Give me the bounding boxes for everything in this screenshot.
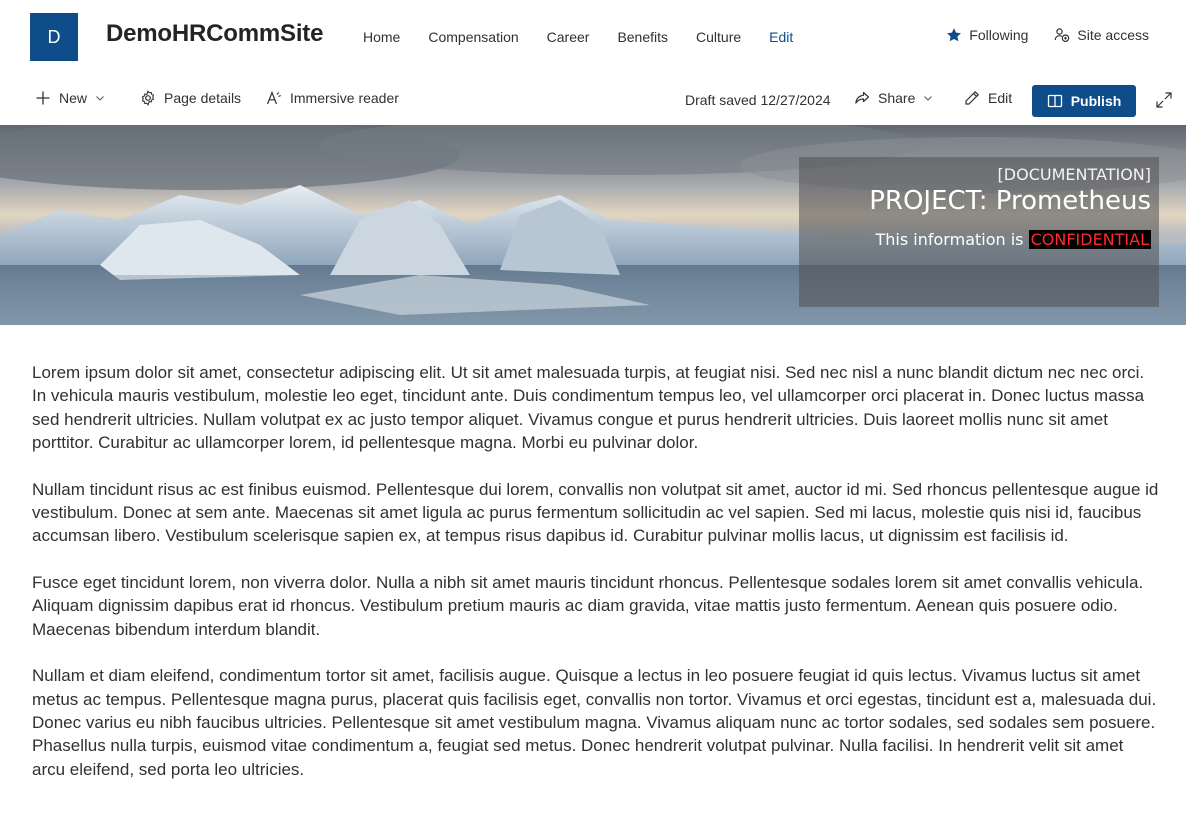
hero-banner: [DOCUMENTATION] PROJECT: Prometheus This… xyxy=(0,125,1186,325)
site-logo[interactable]: D xyxy=(30,13,78,61)
body-paragraph: Fusce eget tincidunt lorem, non viverra … xyxy=(32,573,1144,639)
immersive-reader-icon xyxy=(266,90,281,105)
new-label: New xyxy=(59,90,88,106)
page-details-label: Page details xyxy=(164,90,242,106)
body-paragraph: Nullam tincidunt risus ac est finibus eu… xyxy=(32,479,1159,546)
following-label: Following xyxy=(969,27,1029,43)
expand-icon xyxy=(1156,92,1172,108)
pencil-icon xyxy=(965,91,979,105)
immersive-reader-label: Immersive reader xyxy=(290,90,399,106)
command-bar: New Page details Immersive reader Draft … xyxy=(0,80,1186,120)
edit-button[interactable]: Edit xyxy=(964,90,1012,106)
plus-icon xyxy=(36,91,50,105)
site-access-label: Site access xyxy=(1077,27,1149,43)
site-access-icon xyxy=(1055,28,1070,43)
publish-button[interactable]: Publish xyxy=(1032,85,1136,117)
immersive-reader-button[interactable]: Immersive reader xyxy=(266,90,399,106)
hero-title: PROJECT: Prometheus xyxy=(869,186,1151,216)
hero-text-overlay: [DOCUMENTATION] PROJECT: Prometheus This… xyxy=(799,157,1159,307)
expand-button[interactable] xyxy=(1155,91,1173,114)
site-header: D DemoHRCommSite Home Compensation Caree… xyxy=(0,0,1186,72)
site-navigation: Home Compensation Career Benefits Cultur… xyxy=(363,29,821,45)
nav-item-home[interactable]: Home xyxy=(363,29,400,45)
star-filled-icon xyxy=(947,28,962,42)
share-button[interactable]: Share xyxy=(854,90,933,106)
body-paragraph: Lorem ipsum dolor sit amet, consectetur … xyxy=(32,363,1145,452)
draft-status: Draft saved 12/27/2024 xyxy=(685,92,831,108)
publish-label: Publish xyxy=(1070,93,1122,109)
page-details-button[interactable]: Page details xyxy=(140,90,241,106)
hero-confidentiality-line: This information is CONFIDENTIAL xyxy=(799,230,1151,249)
hero-label: [DOCUMENTATION] xyxy=(997,165,1151,184)
page-content: Lorem ipsum dolor sit amet, consectetur … xyxy=(32,361,1160,804)
nav-item-compensation[interactable]: Compensation xyxy=(428,29,518,45)
following-button[interactable]: Following xyxy=(946,27,1028,43)
book-open-icon xyxy=(1047,94,1062,108)
hero-info-prefix: This information is xyxy=(875,230,1029,249)
nav-item-benefits[interactable]: Benefits xyxy=(617,29,668,45)
site-access-button[interactable]: Site access xyxy=(1054,27,1149,43)
nav-item-culture[interactable]: Culture xyxy=(696,29,741,45)
nav-item-career[interactable]: Career xyxy=(547,29,590,45)
share-label: Share xyxy=(878,90,916,106)
new-button[interactable]: New xyxy=(35,90,105,106)
share-icon xyxy=(855,91,870,104)
edit-label: Edit xyxy=(988,90,1013,106)
site-title[interactable]: DemoHRCommSite xyxy=(106,20,323,48)
header-actions: Following Site access xyxy=(920,27,1149,43)
chevron-down-icon xyxy=(96,96,104,101)
gear-icon xyxy=(141,90,155,106)
chevron-down-icon xyxy=(924,96,933,101)
nav-edit-link[interactable]: Edit xyxy=(769,29,793,45)
body-paragraph: Nullam et diam eleifend, condimentum tor… xyxy=(32,666,1157,779)
confidential-badge: CONFIDENTIAL xyxy=(1028,230,1151,249)
